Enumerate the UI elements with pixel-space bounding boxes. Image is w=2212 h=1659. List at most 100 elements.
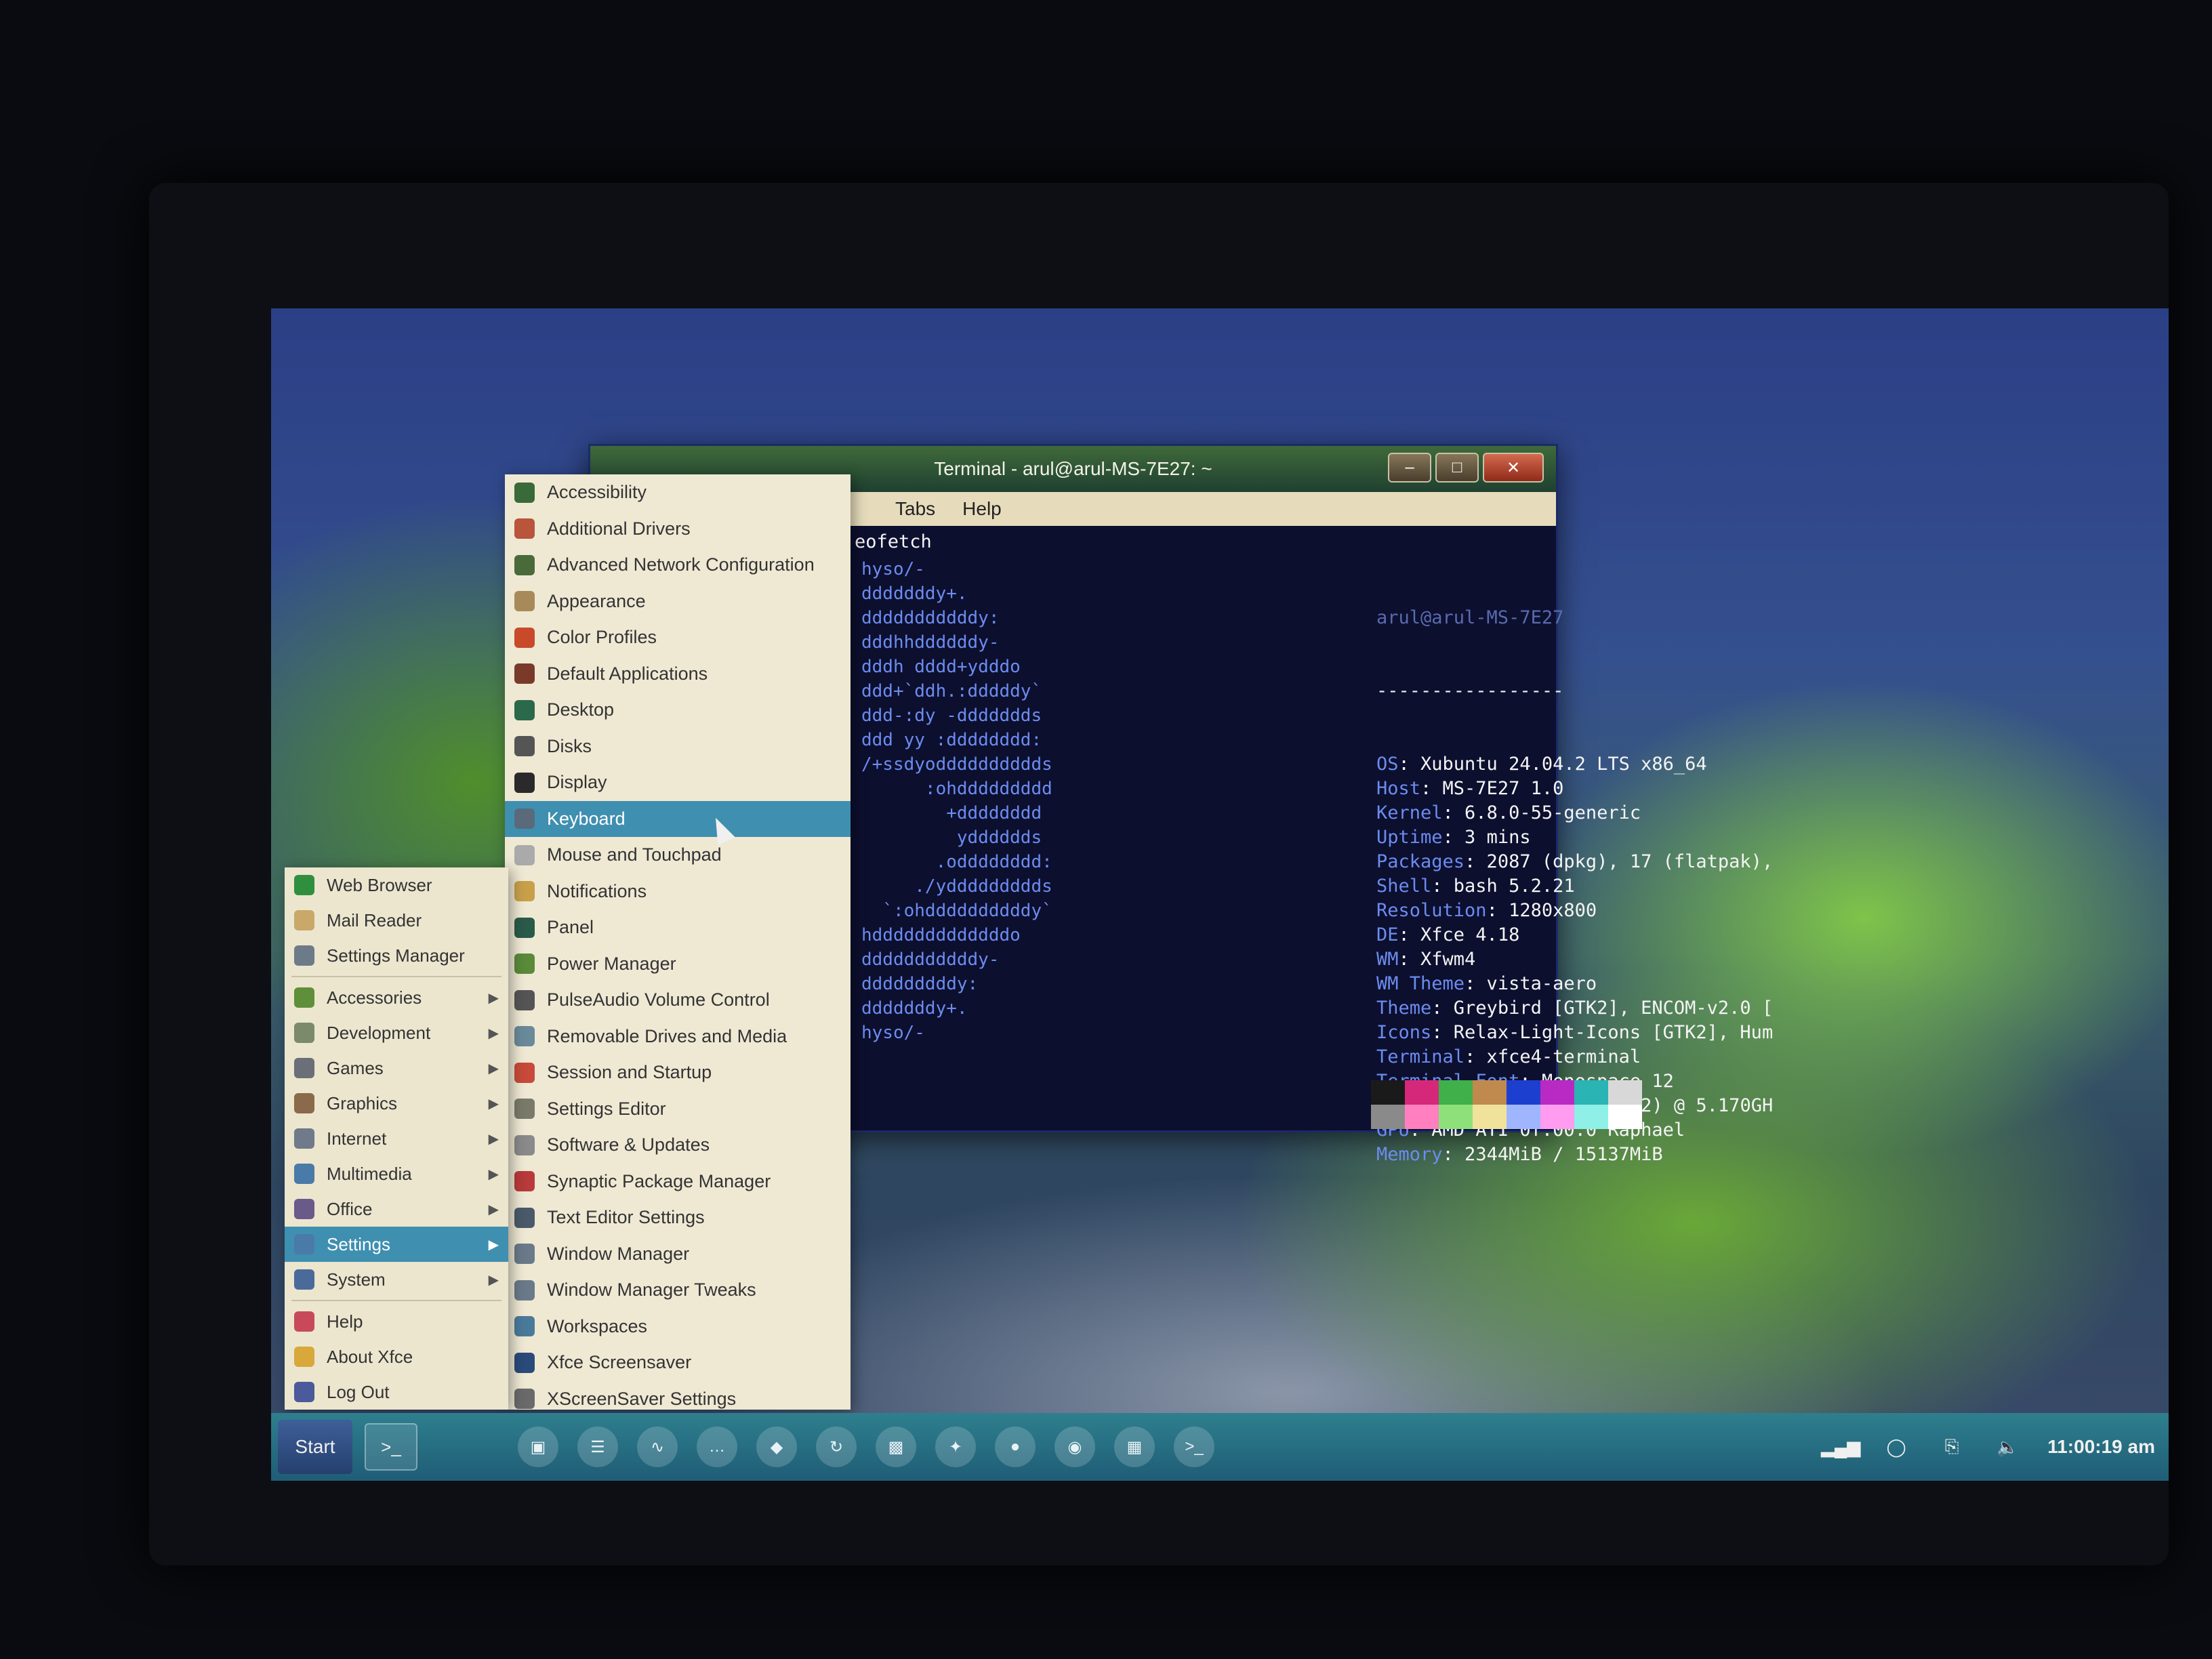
menu-item-synaptic-package-manager[interactable]: Synaptic Package Manager	[505, 1164, 851, 1200]
menu-item-disks[interactable]: Disks	[505, 729, 851, 765]
menu-item-settings-manager[interactable]: Settings Manager	[285, 938, 508, 973]
menu-item-notifications[interactable]: Notifications	[505, 874, 851, 910]
menu-item-xfce-screensaver[interactable]: Xfce Screensaver	[505, 1345, 851, 1381]
session-icon	[514, 1062, 535, 1083]
info-row: Kernel: 6.8.0-55-generic	[1376, 801, 1773, 825]
info-row: Uptime: 3 mins	[1376, 825, 1773, 850]
color-swatch	[1574, 1105, 1608, 1129]
menu-item-settings-editor[interactable]: Settings Editor	[505, 1091, 851, 1128]
launcher-globe[interactable]: ●	[995, 1427, 1036, 1467]
color-swatch	[1540, 1080, 1574, 1105]
menu-item-desktop[interactable]: Desktop	[505, 692, 851, 729]
menu-item-accessories[interactable]: Accessories ▶	[285, 980, 508, 1015]
menu-separator	[291, 976, 501, 977]
menu-item-text-editor-settings[interactable]: Text Editor Settings	[505, 1200, 851, 1236]
chevron-right-icon: ▶	[488, 1061, 499, 1076]
menu-item-label: Synaptic Package Manager	[547, 1170, 771, 1191]
menu-item-display[interactable]: Display	[505, 764, 851, 801]
menu-item-window-manager[interactable]: Window Manager	[505, 1236, 851, 1273]
clipboard-icon[interactable]: ⎘	[1936, 1431, 1967, 1462]
volume-icon[interactable]: 🔈	[1992, 1431, 2023, 1462]
info-row: Theme: Greybird [GTK2], ENCOM-v2.0 [	[1376, 996, 1773, 1021]
menu-item-default-applications[interactable]: Default Applications	[505, 656, 851, 693]
launcher-store[interactable]: ◆	[756, 1427, 797, 1467]
network-signal-icon[interactable]: ▂▄▆	[1821, 1431, 1860, 1462]
launcher-archive[interactable]: ▦	[1114, 1427, 1155, 1467]
menu-item-additional-drivers[interactable]: Additional Drivers	[505, 511, 851, 548]
keyboard-icon	[514, 808, 535, 830]
menu-item-system[interactable]: System ▶	[285, 1262, 508, 1297]
menu-item-settings[interactable]: Settings ▶	[285, 1227, 508, 1262]
chevron-right-icon: ▶	[488, 1096, 499, 1111]
menu-item-accessibility[interactable]: Accessibility	[505, 474, 851, 511]
launcher-refresh[interactable]: ↻	[816, 1427, 857, 1467]
menu-item-label: Accessibility	[547, 482, 647, 503]
menu-item-help[interactable]: Help	[285, 1304, 508, 1339]
launcher-firefox[interactable]: ◉	[1054, 1427, 1095, 1467]
menu-item-label: Log Out	[327, 1381, 390, 1402]
settings-manager-icon	[294, 945, 314, 966]
menu-item-advanced-network-configuration[interactable]: Advanced Network Configuration	[505, 547, 851, 583]
menu-item-mouse-and-touchpad[interactable]: Mouse and Touchpad	[505, 837, 851, 874]
default-apps-icon	[514, 663, 535, 684]
logout-icon	[294, 1382, 314, 1402]
files-icon: ☰	[590, 1437, 605, 1456]
menu-item-keyboard[interactable]: Keyboard	[505, 800, 851, 837]
launcher-chat[interactable]: …	[697, 1427, 737, 1467]
menu-item-mail-reader[interactable]: Mail Reader	[285, 903, 508, 938]
clock[interactable]: 11:00:19 am	[2047, 1436, 2155, 1458]
menu-item-software-updates[interactable]: Software & Updates	[505, 1127, 851, 1164]
color-swatch	[1507, 1105, 1540, 1129]
menu-item-xscreensaver-settings[interactable]: XScreenSaver Settings	[505, 1381, 851, 1418]
info-row: Terminal: xfce4-terminal	[1376, 1045, 1773, 1069]
launcher-terminal[interactable]: >_	[1174, 1427, 1214, 1467]
menu-item-log-out[interactable]: Log Out	[285, 1374, 508, 1410]
help-icon	[294, 1311, 314, 1332]
menu-item-label: Xfce Screensaver	[547, 1352, 692, 1373]
info-row: Host: MS-7E27 1.0	[1376, 777, 1773, 801]
menu-help[interactable]: Help	[962, 498, 1002, 520]
bell-icon	[514, 881, 535, 902]
package-icon	[514, 1171, 535, 1192]
launcher-files[interactable]: ☰	[577, 1427, 618, 1467]
info-row: DE: Xfce 4.18	[1376, 923, 1773, 947]
menu-item-session-and-startup[interactable]: Session and Startup	[505, 1054, 851, 1091]
taskbar-terminal-button[interactable]: >_	[365, 1423, 417, 1471]
launcher-monitor[interactable]: ∿	[637, 1427, 678, 1467]
menu-item-about-xfce[interactable]: About Xfce	[285, 1339, 508, 1374]
menu-item-games[interactable]: Games ▶	[285, 1050, 508, 1086]
menu-item-office[interactable]: Office ▶	[285, 1191, 508, 1227]
info-value: : MS-7E27 1.0	[1420, 778, 1564, 799]
menu-item-label: Panel	[547, 917, 594, 938]
menu-item-color-profiles[interactable]: Color Profiles	[505, 619, 851, 656]
update-notifier-icon[interactable]: ◯	[1881, 1431, 1912, 1462]
activity-icon: ∿	[650, 1437, 665, 1456]
menu-item-internet[interactable]: Internet ▶	[285, 1121, 508, 1156]
menu-item-label: Advanced Network Configuration	[547, 554, 815, 575]
menu-item-removable-drives-and-media[interactable]: Removable Drives and Media	[505, 1019, 851, 1055]
launcher-screen[interactable]: ▩	[876, 1427, 916, 1467]
info-key: Kernel	[1376, 802, 1443, 823]
menu-tabs[interactable]: Tabs	[895, 498, 935, 520]
minimize-button[interactable]: –	[1388, 453, 1431, 483]
close-button[interactable]: ✕	[1483, 453, 1544, 483]
start-button[interactable]: Start	[278, 1420, 352, 1474]
menu-item-window-manager-tweaks[interactable]: Window Manager Tweaks	[505, 1272, 851, 1309]
menu-item-power-manager[interactable]: Power Manager	[505, 946, 851, 983]
menu-item-workspaces[interactable]: Workspaces	[505, 1309, 851, 1345]
menu-item-appearance[interactable]: Appearance	[505, 583, 851, 620]
maximize-button[interactable]: □	[1435, 453, 1479, 483]
launcher-tools[interactable]: ✦	[935, 1427, 976, 1467]
disks-icon	[514, 736, 535, 757]
menu-item-pulseaudio-volume-control[interactable]: PulseAudio Volume Control	[505, 982, 851, 1019]
launcher-desktop[interactable]: ▣	[518, 1427, 558, 1467]
menu-item-multimedia[interactable]: Multimedia ▶	[285, 1156, 508, 1191]
menu-item-graphics[interactable]: Graphics ▶	[285, 1086, 508, 1121]
menu-item-label: System	[327, 1269, 386, 1290]
menu-item-label: Window Manager Tweaks	[547, 1279, 756, 1300]
menu-item-panel[interactable]: Panel	[505, 909, 851, 946]
menu-item-web-browser[interactable]: Web Browser	[285, 867, 508, 903]
info-key: DE	[1376, 924, 1399, 945]
chevron-right-icon: ▶	[488, 1025, 499, 1041]
menu-item-development[interactable]: Development ▶	[285, 1015, 508, 1050]
